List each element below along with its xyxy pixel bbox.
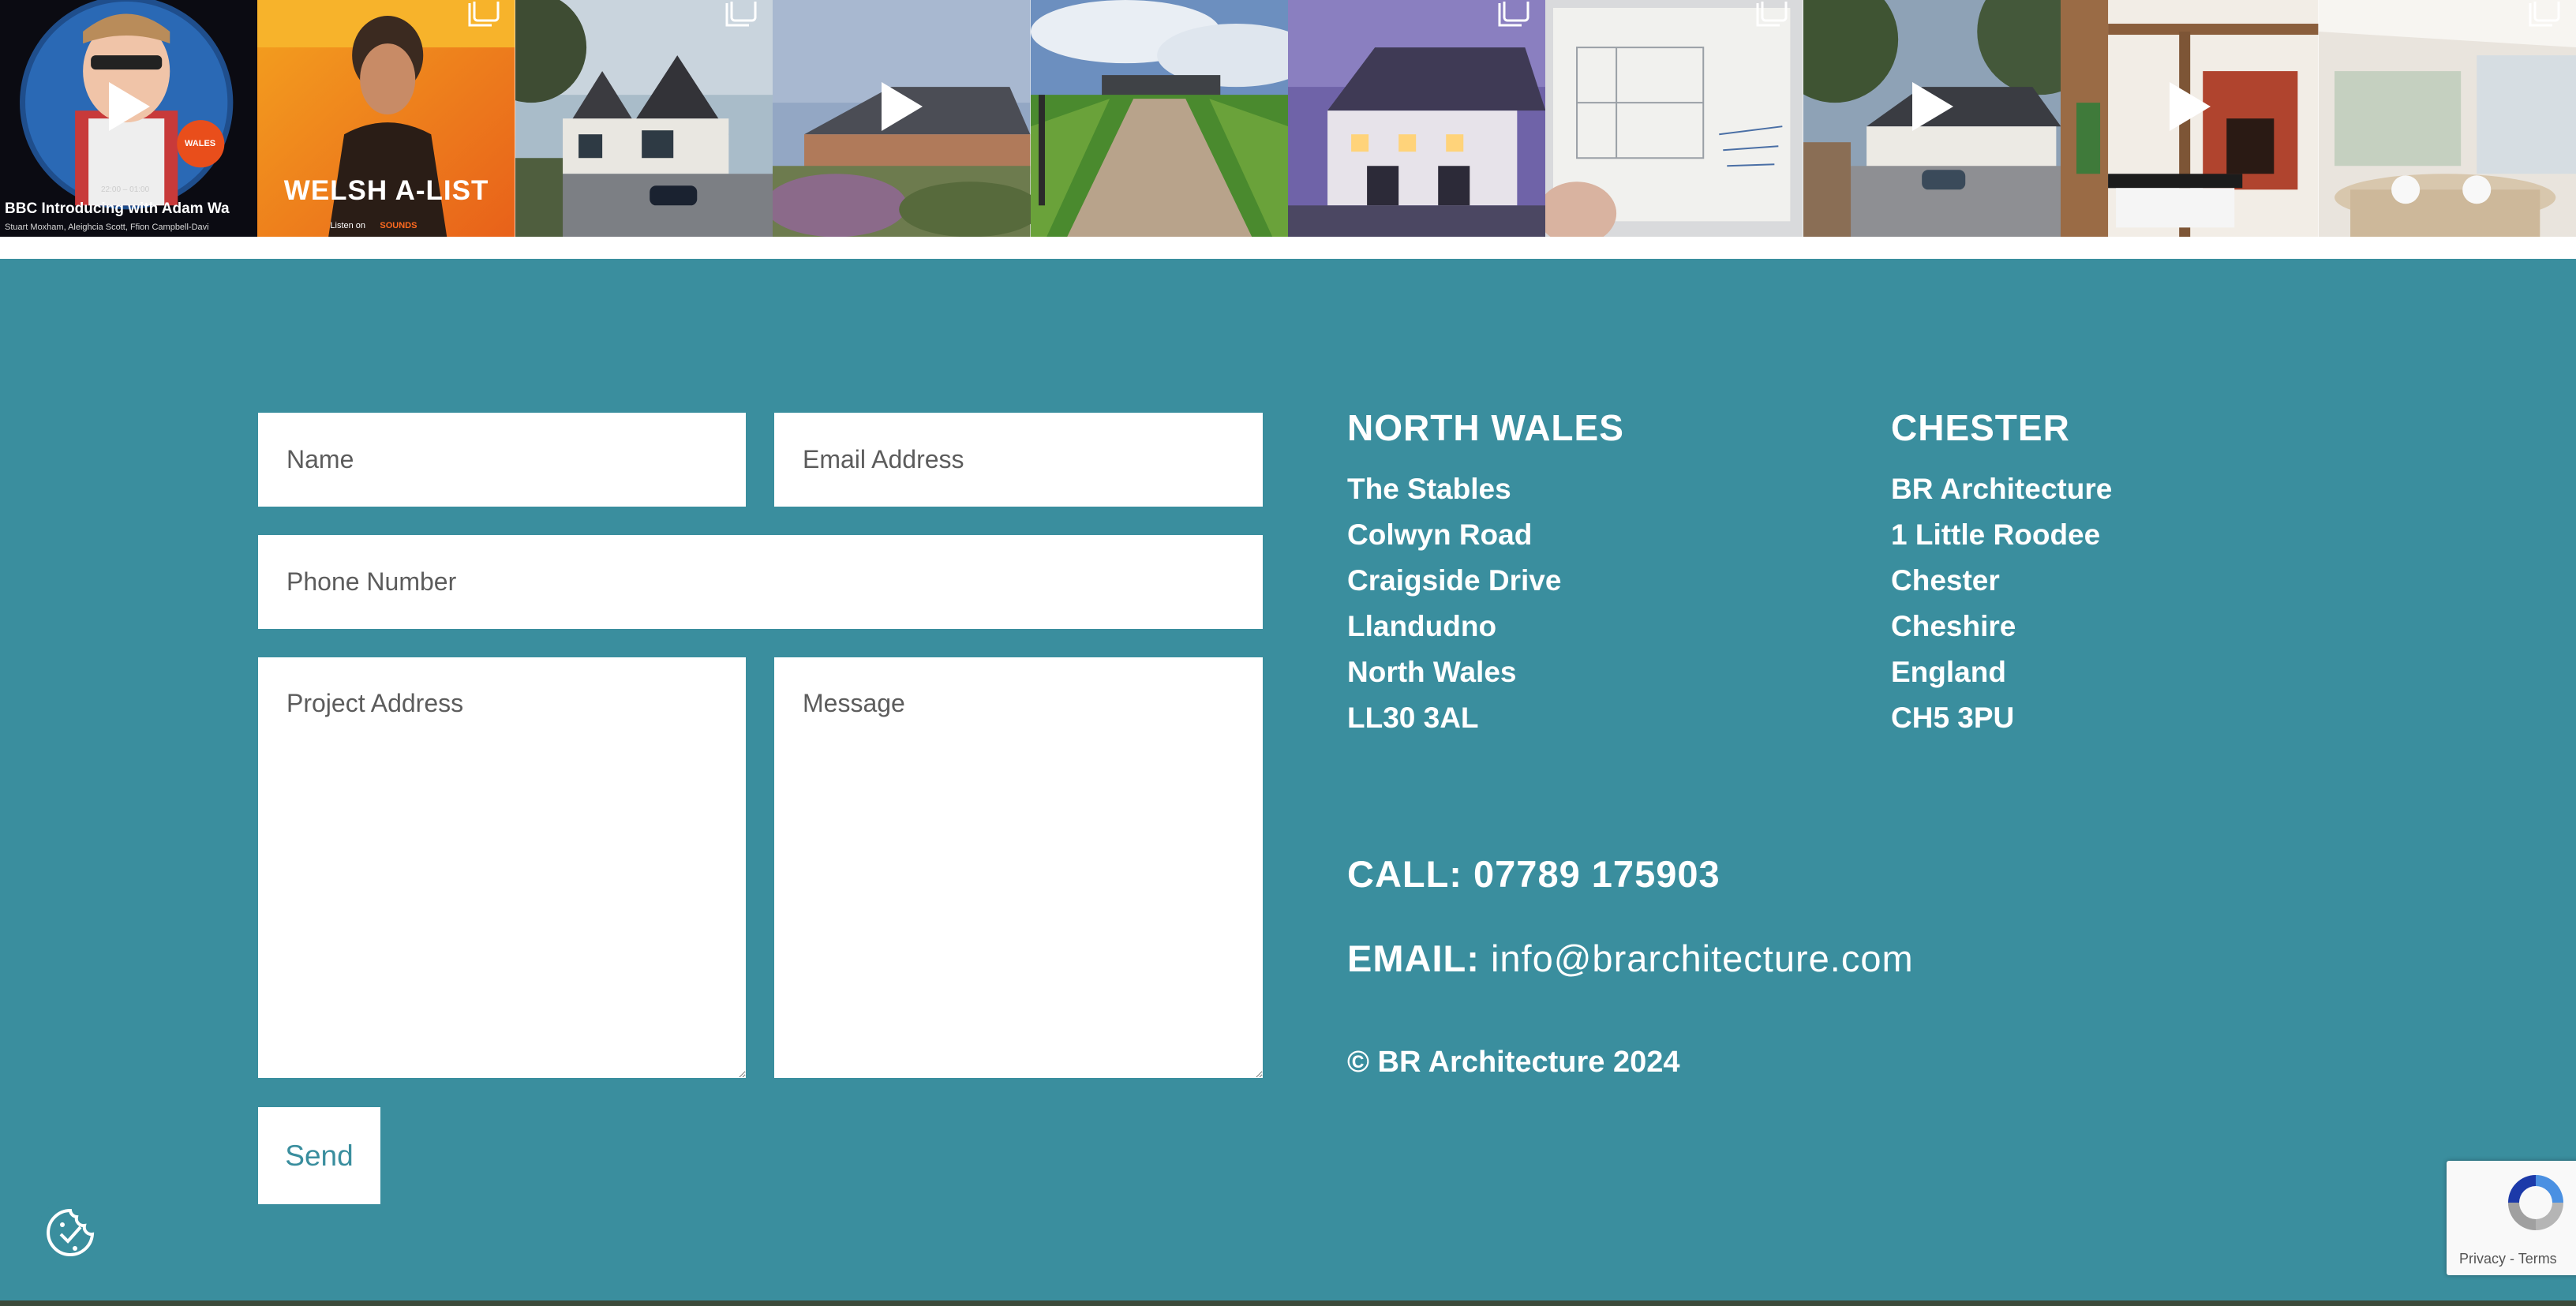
play-icon bbox=[1911, 82, 1953, 131]
address-line: Colwyn Road bbox=[1347, 518, 1533, 551]
carousel-icon bbox=[468, 2, 500, 27]
post-thumbnail bbox=[1545, 0, 1803, 237]
address-list: The Stables Colwyn Road Craigside Drive … bbox=[1347, 466, 1624, 741]
bbc-wales-badge: WALES bbox=[185, 139, 216, 148]
recaptcha-badge[interactable]: Privacy - Terms bbox=[2447, 1161, 2576, 1275]
post-thumbnail bbox=[1030, 0, 1288, 237]
instagram-post-7[interactable] bbox=[1545, 0, 1803, 237]
email-line: EMAIL: info@brarchitecture.com bbox=[1347, 937, 1914, 980]
office-heading: NORTH WALES bbox=[1347, 407, 1624, 448]
post-title: WELSH A-LIST bbox=[283, 175, 489, 206]
cookie-settings-button[interactable] bbox=[37, 1199, 103, 1266]
address-list: BR Architecture 1 Little Roodee Chester … bbox=[1891, 466, 2112, 741]
email-label: EMAIL: bbox=[1347, 937, 1480, 979]
message-textarea[interactable] bbox=[774, 657, 1263, 1078]
email-input[interactable] bbox=[774, 413, 1263, 507]
carousel-icon bbox=[1756, 2, 1788, 27]
project-address-textarea[interactable] bbox=[258, 657, 746, 1078]
post-thumbnail bbox=[515, 0, 773, 237]
instagram-feed: 22:00 – 01:00 WALES BBC Introducing with… bbox=[0, 0, 2576, 237]
address-line: 1 Little Roodee bbox=[1891, 518, 2101, 551]
recaptcha-links: Privacy - Terms bbox=[2459, 1251, 2557, 1267]
instagram-post-9[interactable] bbox=[2061, 0, 2319, 237]
post-subcaption: Stuart Moxham, Aleighcia Scott, Ffion Ca… bbox=[5, 223, 209, 232]
office-heading: CHESTER bbox=[1891, 407, 2070, 448]
recaptcha-icon bbox=[2508, 1175, 2563, 1230]
phone-input[interactable] bbox=[258, 535, 1263, 629]
address-line: North Wales bbox=[1347, 656, 1517, 688]
carousel-icon bbox=[725, 2, 757, 27]
address-line: The Stables bbox=[1347, 473, 1511, 505]
listen-on-label: Listen on bbox=[330, 221, 366, 230]
address-line: LL30 3AL bbox=[1347, 702, 1479, 734]
address-line: Craigside Drive bbox=[1347, 564, 1562, 597]
office-north-wales: NORTH WALES The Stables Colwyn Road Crai… bbox=[1347, 406, 1624, 741]
address-line: England bbox=[1891, 656, 2006, 688]
address-line: Chester bbox=[1891, 564, 2000, 597]
email-link[interactable]: info@brarchitecture.com bbox=[1491, 937, 1914, 979]
post-time-label: 22:00 – 01:00 bbox=[101, 185, 150, 194]
bbc-sounds-label: SOUNDS bbox=[380, 221, 417, 230]
carousel-icon bbox=[1498, 2, 1530, 27]
play-icon bbox=[2170, 82, 2211, 131]
instagram-post-4[interactable] bbox=[773, 0, 1031, 237]
instagram-post-8[interactable] bbox=[1803, 0, 2061, 237]
terms-link[interactable]: Terms bbox=[2518, 1251, 2557, 1267]
call-label: CALL: bbox=[1347, 853, 1462, 895]
address-line: Cheshire bbox=[1891, 610, 2016, 642]
address-line: Llandudno bbox=[1347, 610, 1497, 642]
call-line: CALL: 07789 175903 bbox=[1347, 852, 1720, 896]
post-thumbnail bbox=[1287, 0, 1546, 237]
instagram-post-2[interactable]: WELSH A-LIST Listen on SOUNDS bbox=[257, 0, 515, 237]
instagram-post-5[interactable] bbox=[1030, 0, 1288, 237]
address-line: CH5 3PU bbox=[1891, 702, 2015, 734]
link-separator: - bbox=[2506, 1251, 2518, 1267]
privacy-link[interactable]: Privacy bbox=[2459, 1251, 2506, 1267]
play-icon bbox=[109, 82, 151, 131]
instagram-post-6[interactable] bbox=[1287, 0, 1546, 237]
play-icon bbox=[882, 82, 923, 131]
phone-link[interactable]: 07789 175903 bbox=[1473, 853, 1720, 895]
copyright: © BR Architecture 2024 bbox=[1347, 1046, 1680, 1079]
instagram-post-3[interactable] bbox=[515, 0, 773, 237]
instagram-post-1[interactable]: 22:00 – 01:00 WALES BBC Introducing with… bbox=[0, 0, 258, 237]
post-caption: BBC Introducing with Adam Wa bbox=[5, 200, 230, 217]
send-button[interactable]: Send bbox=[258, 1107, 380, 1204]
feed-spacer bbox=[0, 237, 2576, 259]
instagram-post-10[interactable] bbox=[2318, 0, 2576, 237]
post-thumbnail bbox=[2318, 0, 2576, 237]
name-input[interactable] bbox=[258, 413, 746, 507]
carousel-icon bbox=[2529, 2, 2560, 27]
cookie-check-icon bbox=[47, 1208, 95, 1256]
office-chester: CHESTER BR Architecture 1 Little Roodee … bbox=[1891, 406, 2112, 741]
page-bottom-border bbox=[0, 1300, 2576, 1306]
address-line: BR Architecture bbox=[1891, 473, 2113, 505]
